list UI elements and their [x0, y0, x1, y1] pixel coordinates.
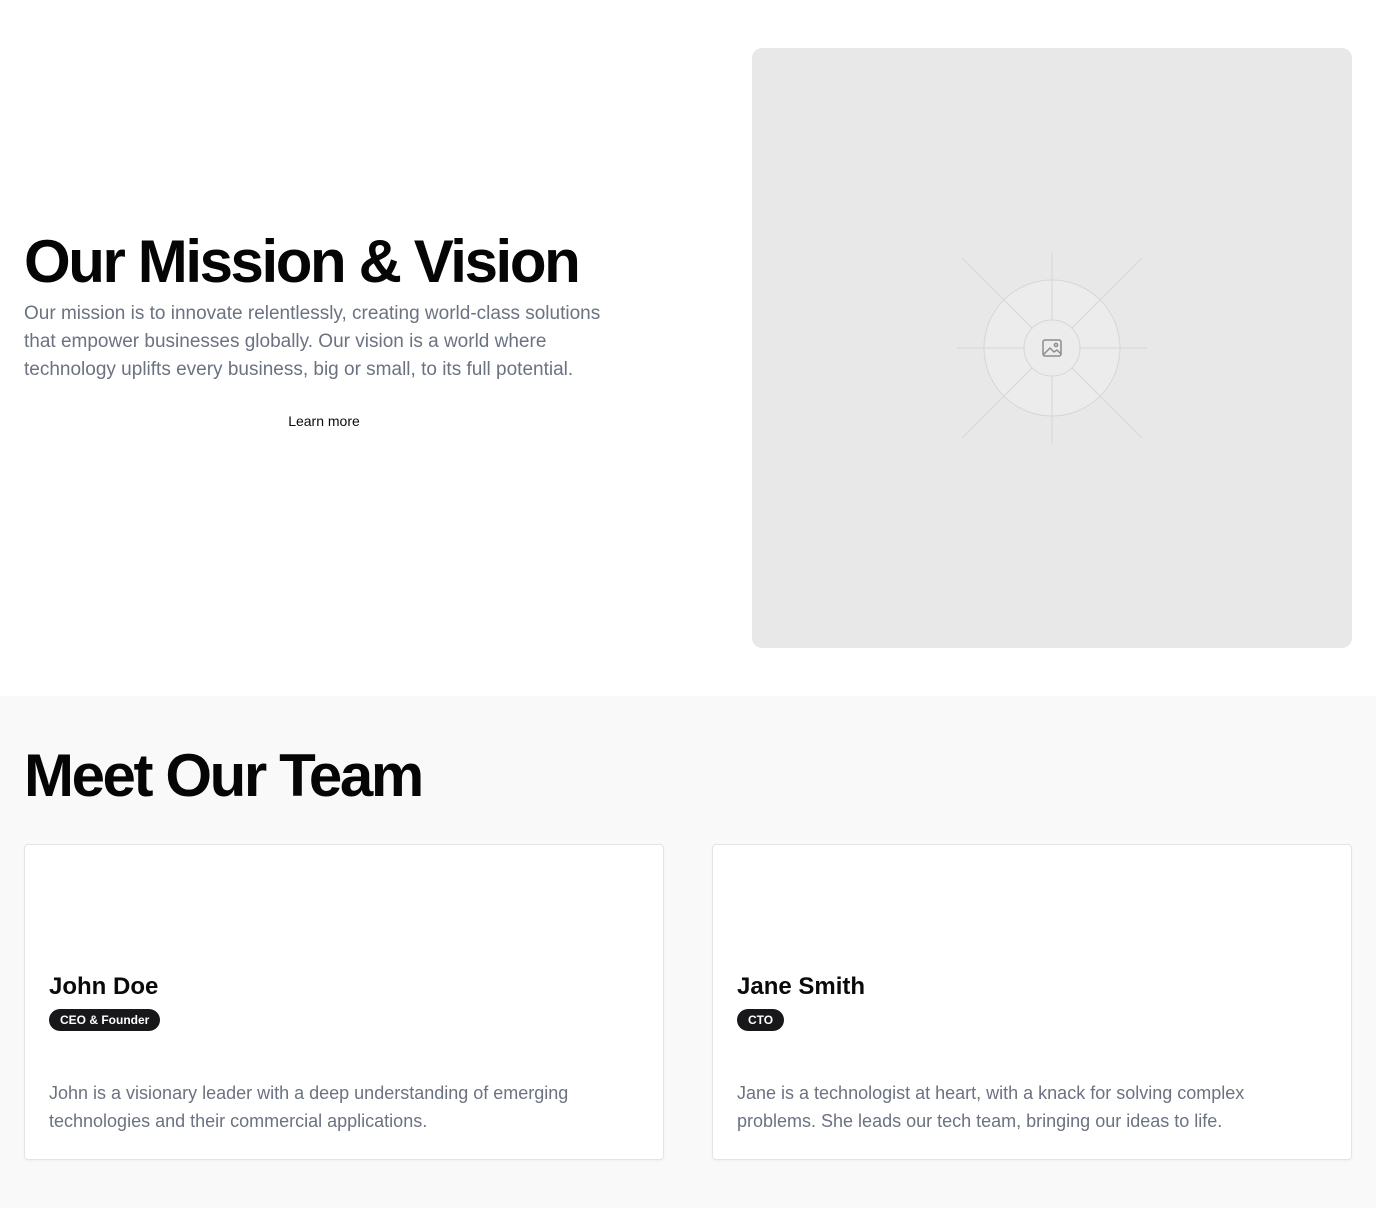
role-badge: CEO & Founder: [49, 1009, 161, 1031]
mission-section: Our Mission & Vision Our mission is to i…: [0, 0, 1376, 696]
learn-more-button[interactable]: Learn more: [278, 409, 370, 433]
image-placeholder-graphic: [957, 253, 1147, 443]
team-member-card: Jane Smith CTO Jane is a technologist at…: [712, 844, 1352, 1160]
team-section: Meet Our Team John Doe CEO & Founder Joh…: [0, 696, 1376, 1208]
member-name: John Doe: [49, 973, 159, 1000]
role-badge: CTO: [737, 1009, 785, 1031]
member-name: Jane Smith: [737, 973, 866, 1000]
member-bio: Jane is a technologist at heart, with a …: [737, 1083, 1245, 1131]
team-member-card: John Doe CEO & Founder John is a visiona…: [24, 844, 664, 1160]
mission-image-placeholder: [752, 48, 1352, 648]
team-title: Meet Our Team: [24, 742, 424, 809]
member-bio: John is a visionary leader with a deep u…: [49, 1083, 569, 1131]
mission-title: Our Mission & Vision: [24, 228, 581, 295]
mission-text-block: Our Mission & Vision Our mission is to i…: [24, 226, 624, 433]
mission-description: Our mission is to innovate relentlessly,…: [24, 303, 601, 380]
